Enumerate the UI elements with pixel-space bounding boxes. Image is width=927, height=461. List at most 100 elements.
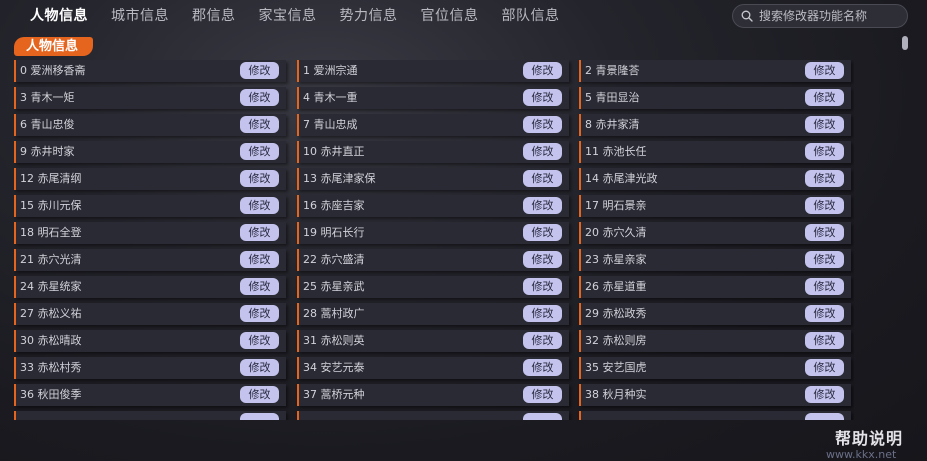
character-row: 8 赤井家清 修改 (579, 114, 851, 136)
edit-button[interactable]: 修改 (805, 143, 844, 160)
character-name: 4 青木一重 (303, 91, 358, 104)
character-name: 36 秋田俊季 (20, 388, 82, 401)
character-name: 18 明石全登 (20, 226, 82, 239)
tab-faction-info[interactable]: 势力信息 (340, 6, 398, 26)
character-row: 5 青田显治 修改 (579, 87, 851, 109)
character-name: 5 青田显治 (585, 91, 640, 104)
character-name: 37 蒿桥元种 (303, 388, 365, 401)
edit-button[interactable] (240, 413, 279, 420)
character-row: 9 赤井时家 修改 (14, 141, 286, 163)
character-row: 31 赤松则英 修改 (297, 330, 569, 352)
edit-button[interactable]: 修改 (805, 89, 844, 106)
edit-button[interactable]: 修改 (240, 251, 279, 268)
edit-button[interactable]: 修改 (240, 116, 279, 133)
edit-button[interactable]: 修改 (240, 332, 279, 349)
character-row: 7 青山忠成 修改 (297, 114, 569, 136)
character-name: 35 安艺国虎 (585, 361, 647, 374)
edit-button[interactable]: 修改 (523, 305, 562, 322)
edit-button[interactable]: 修改 (805, 305, 844, 322)
character-row: 13 赤尾津家保 修改 (297, 168, 569, 190)
edit-button[interactable]: 修改 (240, 62, 279, 79)
edit-button[interactable]: 修改 (523, 251, 562, 268)
character-row: 17 明石景亲 修改 (579, 195, 851, 217)
edit-button[interactable]: 修改 (523, 278, 562, 295)
edit-button[interactable]: 修改 (240, 224, 279, 241)
search-box[interactable] (732, 4, 908, 28)
character-row: 36 秋田俊季 修改 (14, 384, 286, 406)
edit-button[interactable]: 修改 (805, 386, 844, 403)
character-name: 19 明石长行 (303, 226, 365, 239)
edit-button[interactable]: 修改 (240, 386, 279, 403)
character-row: 33 赤松村秀 修改 (14, 357, 286, 379)
edit-button[interactable]: 修改 (240, 143, 279, 160)
character-name: 0 爱洲移香斋 (20, 64, 86, 77)
character-name: 3 青木一矩 (20, 91, 75, 104)
edit-button[interactable]: 修改 (805, 170, 844, 187)
character-row: 15 赤川元保 修改 (14, 195, 286, 217)
character-row: 34 安艺元泰 修改 (297, 357, 569, 379)
tab-city-info[interactable]: 城市信息 (111, 6, 169, 26)
edit-button[interactable]: 修改 (523, 170, 562, 187)
character-name: 33 赤松村秀 (20, 361, 82, 374)
edit-button[interactable]: 修改 (805, 251, 844, 268)
scrollbar[interactable] (902, 36, 908, 416)
tab-treasure-info[interactable]: 家宝信息 (259, 6, 317, 26)
character-name: 10 赤井直正 (303, 145, 365, 158)
edit-button[interactable]: 修改 (523, 386, 562, 403)
scrollbar-thumb[interactable] (902, 36, 908, 50)
edit-button[interactable] (523, 413, 562, 420)
edit-button[interactable]: 修改 (240, 359, 279, 376)
edit-button[interactable]: 修改 (523, 89, 562, 106)
character-row: 22 赤穴盛清 修改 (297, 249, 569, 271)
tab-army-info[interactable]: 部队信息 (502, 6, 560, 26)
character-name: 23 赤星亲家 (585, 253, 647, 266)
edit-button[interactable]: 修改 (805, 224, 844, 241)
character-name: 15 赤川元保 (20, 199, 82, 212)
character-row: 16 赤座吉家 修改 (297, 195, 569, 217)
character-name: 7 青山忠成 (303, 118, 358, 131)
character-name: 22 赤穴盛清 (303, 253, 365, 266)
character-name: 28 蒿村政广 (303, 307, 365, 320)
character-name: 11 赤池长任 (585, 145, 647, 158)
character-name: 38 秋月种实 (585, 388, 647, 401)
character-row: 3 青木一矩 修改 (14, 87, 286, 109)
tab-rank-info[interactable]: 官位信息 (421, 6, 479, 26)
character-name: 6 青山忠俊 (20, 118, 75, 131)
edit-button[interactable]: 修改 (523, 143, 562, 160)
edit-button[interactable]: 修改 (523, 62, 562, 79)
character-name: 9 赤井时家 (20, 145, 75, 158)
character-row: 6 青山忠俊 修改 (14, 114, 286, 136)
edit-button[interactable]: 修改 (805, 197, 844, 214)
search-input[interactable] (759, 9, 899, 23)
edit-button[interactable]: 修改 (240, 278, 279, 295)
edit-button[interactable]: 修改 (805, 116, 844, 133)
tab-county-info[interactable]: 郡信息 (192, 6, 236, 26)
character-row: 26 赤星道重 修改 (579, 276, 851, 298)
edit-button[interactable]: 修改 (805, 359, 844, 376)
help-link[interactable]: 帮助说明 (835, 425, 903, 449)
character-row: 11 赤池长任 修改 (579, 141, 851, 163)
edit-button[interactable]: 修改 (523, 197, 562, 214)
edit-button[interactable]: 修改 (805, 332, 844, 349)
character-row: 12 赤尾清纲 修改 (14, 168, 286, 190)
edit-button[interactable]: 修改 (523, 116, 562, 133)
edit-button[interactable]: 修改 (805, 62, 844, 79)
edit-button[interactable]: 修改 (240, 89, 279, 106)
edit-button[interactable]: 修改 (523, 359, 562, 376)
character-name: 13 赤尾津家保 (303, 172, 376, 185)
edit-button[interactable]: 修改 (523, 332, 562, 349)
character-row: 27 赤松义祐 修改 (14, 303, 286, 325)
character-name: 20 赤穴久清 (585, 226, 647, 239)
character-row: 19 明石长行 修改 (297, 222, 569, 244)
edit-button[interactable] (805, 413, 844, 420)
edit-button[interactable]: 修改 (240, 197, 279, 214)
search-icon (741, 10, 753, 22)
edit-button[interactable]: 修改 (805, 278, 844, 295)
tab-character-info[interactable]: 人物信息 (30, 6, 88, 26)
edit-button[interactable]: 修改 (240, 305, 279, 322)
edit-button[interactable]: 修改 (240, 170, 279, 187)
edit-button[interactable]: 修改 (523, 224, 562, 241)
character-name: 16 赤座吉家 (303, 199, 365, 212)
character-row-partial (14, 411, 286, 420)
character-row: 32 赤松则房 修改 (579, 330, 851, 352)
